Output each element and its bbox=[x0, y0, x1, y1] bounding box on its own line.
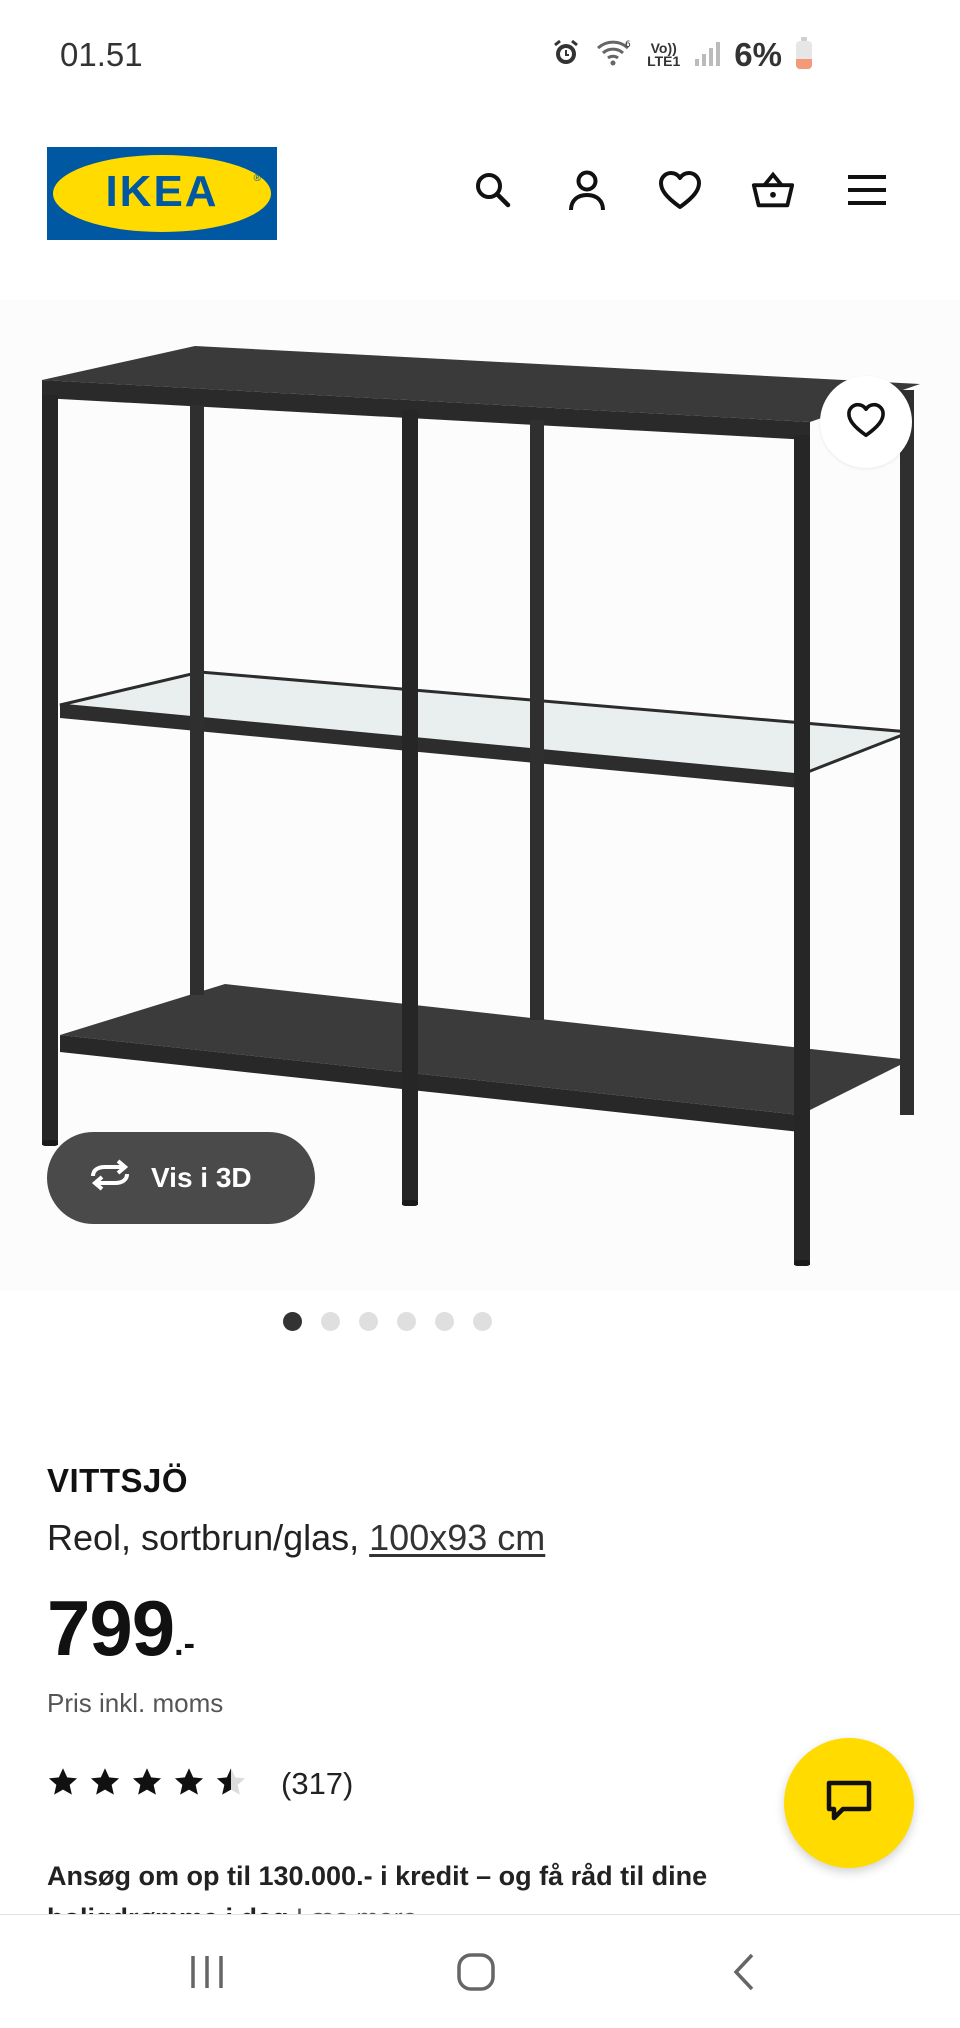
lte-text: LTE1 bbox=[647, 53, 681, 69]
vat-note: Pris inkl. moms bbox=[47, 1688, 224, 1718]
rotate-3d-icon bbox=[87, 1158, 133, 1198]
menu-icon[interactable] bbox=[844, 167, 890, 213]
wifi-icon: 6 bbox=[595, 38, 633, 73]
star-icon bbox=[89, 1767, 121, 1802]
search-icon[interactable] bbox=[470, 167, 516, 213]
view-in-3d-button[interactable]: Vis i 3D bbox=[47, 1132, 315, 1224]
gallery-pagination bbox=[0, 1312, 960, 1331]
status-icons: 6 Vo)) LTE1 6% bbox=[551, 36, 812, 74]
rating-row[interactable]: (317) bbox=[47, 1766, 353, 1802]
battery-percent: 6% bbox=[734, 36, 782, 73]
price-suffix: .- bbox=[174, 1625, 195, 1663]
gallery-dot[interactable] bbox=[396, 1312, 416, 1331]
volte-icon: Vo)) LTE1 bbox=[647, 41, 681, 69]
product-price: 799.- bbox=[47, 1583, 195, 1674]
back-icon[interactable] bbox=[714, 1950, 774, 1994]
gallery-dot[interactable] bbox=[320, 1312, 340, 1331]
star-icon bbox=[47, 1767, 79, 1802]
product-description-text: Reol, sortbrun/glas, bbox=[47, 1517, 370, 1558]
logo-text: IKEA bbox=[105, 167, 219, 216]
gallery-dot[interactable] bbox=[282, 1312, 302, 1331]
battery-fill bbox=[796, 59, 812, 69]
heart-icon bbox=[846, 402, 886, 443]
chat-icon bbox=[825, 1779, 873, 1828]
recent-apps-icon[interactable] bbox=[177, 1950, 237, 1994]
status-time: 01.51 bbox=[60, 36, 143, 73]
gallery-dot[interactable] bbox=[358, 1312, 378, 1331]
gallery-dot[interactable] bbox=[434, 1312, 454, 1331]
chat-button[interactable] bbox=[784, 1738, 914, 1868]
view-in-3d-label: Vis i 3D bbox=[151, 1162, 252, 1193]
account-icon[interactable] bbox=[564, 167, 610, 213]
image-favorite-button[interactable] bbox=[820, 376, 912, 468]
review-count[interactable]: (317) bbox=[281, 1766, 353, 1802]
half-star-icon bbox=[215, 1767, 247, 1802]
alarm-icon bbox=[551, 38, 581, 73]
battery-icon bbox=[796, 37, 812, 69]
product-description: Reol, sortbrun/glas, 100x93 cm bbox=[47, 1517, 545, 1559]
price-main: 799 bbox=[47, 1584, 175, 1672]
star-icon bbox=[131, 1767, 163, 1802]
basket-icon[interactable] bbox=[750, 167, 796, 213]
svg-text:6: 6 bbox=[625, 40, 631, 50]
product-name: VITTSJÖ bbox=[47, 1462, 189, 1499]
heart-icon[interactable] bbox=[657, 167, 703, 213]
gallery-dot[interactable] bbox=[472, 1312, 492, 1331]
home-icon[interactable] bbox=[446, 1950, 506, 1994]
star-icon bbox=[173, 1767, 205, 1802]
signal-icon bbox=[694, 39, 721, 72]
ikea-logo[interactable]: IKEA ® bbox=[47, 147, 277, 240]
registered-mark-icon: ® bbox=[253, 173, 261, 184]
product-size-link[interactable]: 100x93 cm bbox=[369, 1517, 545, 1558]
